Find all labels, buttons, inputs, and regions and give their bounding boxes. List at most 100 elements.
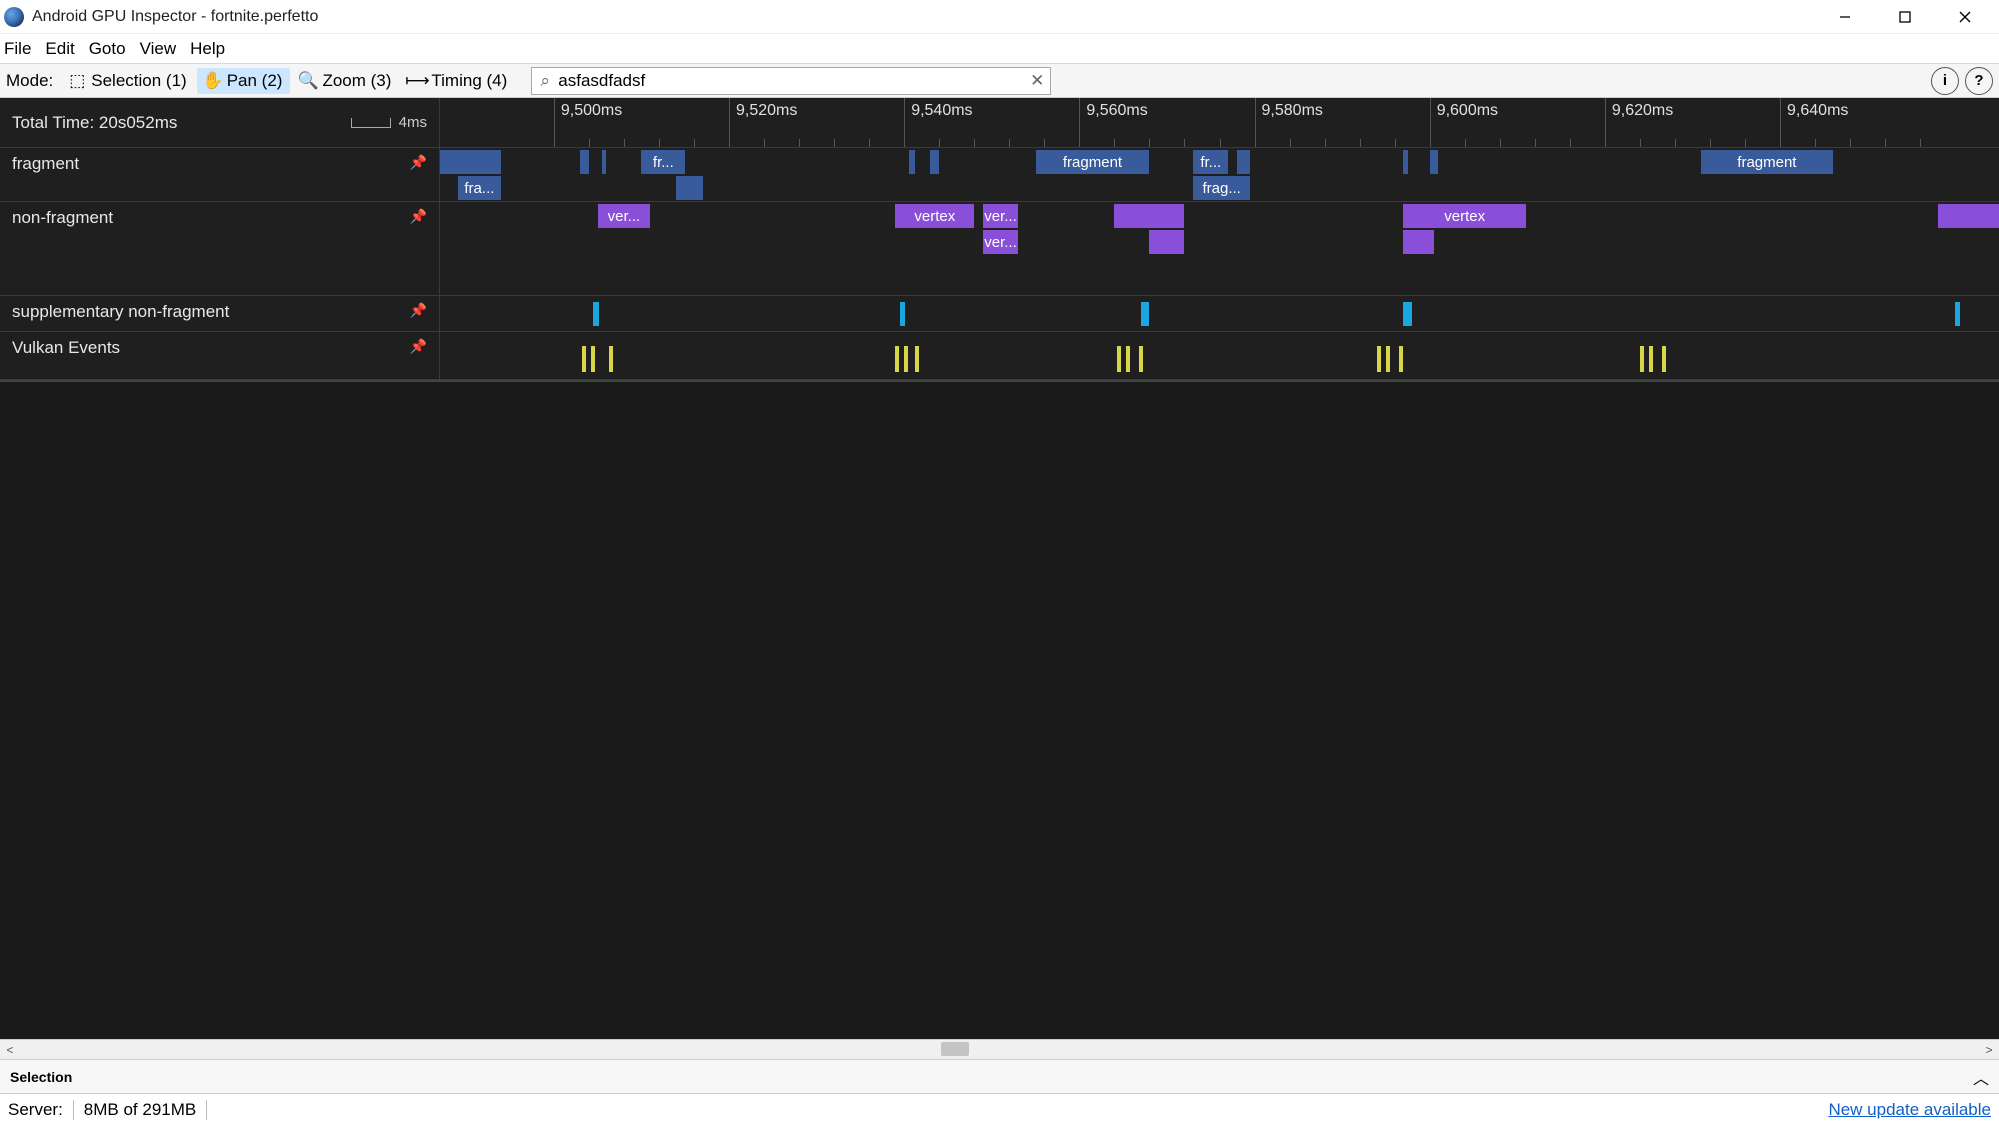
mode-selection-button[interactable]: ⬚Selection (1)	[61, 68, 194, 94]
event-block[interactable]	[440, 150, 501, 174]
scale-label: 4ms	[399, 114, 427, 131]
menu-goto[interactable]: Goto	[89, 39, 126, 59]
event-block[interactable]	[895, 346, 899, 372]
pin-icon[interactable]: 📌	[410, 208, 427, 225]
track-supplementary-non-fragment[interactable]: supplementary non-fragment 📌	[0, 296, 1999, 332]
track-non-fragment[interactable]: non-fragment📌ver...vertexver...ver...ver…	[0, 202, 1999, 296]
hand-icon: ✋	[205, 73, 221, 89]
close-button[interactable]	[1935, 0, 1995, 34]
event-block[interactable]	[1141, 302, 1150, 326]
event-block[interactable]	[1386, 346, 1390, 372]
event-block[interactable]	[1430, 150, 1439, 174]
event-block[interactable]: frag...	[1193, 176, 1250, 200]
event-block[interactable]	[1662, 346, 1666, 372]
time-ruler[interactable]: Total Time: 20s052ms 4ms 9,500ms9,520ms9…	[0, 98, 1999, 148]
event-block[interactable]: ver...	[598, 204, 651, 228]
chevron-up-icon[interactable]: ︿	[1973, 1065, 1989, 1089]
pin-icon[interactable]: 📌	[410, 338, 427, 355]
event-block[interactable]	[593, 302, 598, 326]
event-block[interactable]	[676, 176, 702, 200]
clear-search-button[interactable]: ✕	[1024, 71, 1050, 91]
event-block[interactable]	[1403, 230, 1434, 254]
event-block[interactable]: ver...	[983, 230, 1018, 254]
event-block[interactable]	[1126, 346, 1130, 372]
event-block[interactable]	[582, 346, 586, 372]
event-block[interactable]	[1117, 346, 1121, 372]
maximize-button[interactable]	[1875, 0, 1935, 34]
event-block[interactable]	[1403, 302, 1412, 326]
scroll-left-arrow[interactable]: <	[0, 1043, 20, 1057]
menu-edit[interactable]: Edit	[45, 39, 74, 59]
track-label: non-fragment	[12, 208, 113, 228]
mode-pan-button[interactable]: ✋ Pan (2)	[197, 68, 291, 94]
selection-icon: ⬚	[69, 73, 85, 89]
menubar: File Edit Goto View Help	[0, 34, 1999, 64]
event-block[interactable]	[1114, 204, 1184, 228]
event-block[interactable]: fr...	[641, 150, 685, 174]
minimize-button[interactable]	[1815, 0, 1875, 34]
event-block[interactable]	[1377, 346, 1381, 372]
event-block[interactable]	[930, 150, 939, 174]
event-block[interactable]: fragment	[1036, 150, 1150, 174]
event-block[interactable]	[909, 150, 915, 174]
event-block[interactable]	[591, 346, 595, 372]
minimize-icon	[1838, 10, 1852, 24]
menu-help[interactable]: Help	[190, 39, 225, 59]
scroll-right-arrow[interactable]: >	[1979, 1043, 1999, 1057]
event-block[interactable]	[1955, 302, 1960, 326]
horizontal-scrollbar[interactable]: < >	[0, 1039, 1999, 1059]
event-block[interactable]: vertex	[895, 204, 974, 228]
menu-view[interactable]: View	[140, 39, 177, 59]
timing-icon: ⟼	[409, 73, 425, 89]
event-block[interactable]	[1938, 204, 1999, 228]
pin-icon[interactable]: 📌	[410, 302, 427, 319]
mode-label-text: Zoom (3)	[322, 71, 391, 91]
event-block[interactable]	[1403, 150, 1407, 174]
maximize-icon	[1898, 10, 1912, 24]
app-icon	[4, 7, 24, 27]
event-block[interactable]	[609, 346, 613, 372]
mode-timing-button[interactable]: ⟼ Timing (4)	[401, 68, 515, 94]
selection-panel-title: Selection	[10, 1069, 72, 1085]
selection-panel-header[interactable]: Selection ︿	[0, 1059, 1999, 1093]
event-block[interactable]: fra...	[458, 176, 502, 200]
timeline-empty-area[interactable]	[0, 380, 1999, 1039]
total-time-label: Total Time: 20s052ms	[12, 113, 177, 133]
close-icon	[1958, 10, 1972, 24]
mode-label-text: Pan (2)	[227, 71, 283, 91]
event-block[interactable]	[1139, 346, 1143, 372]
timeline[interactable]: Total Time: 20s052ms 4ms 9,500ms9,520ms9…	[0, 98, 1999, 1039]
search-input-wrap[interactable]: ⌕ ✕	[531, 67, 1051, 95]
event-block[interactable]	[1237, 150, 1250, 174]
event-block[interactable]	[1399, 346, 1403, 372]
track-fragment[interactable]: fragment📌fra...fr...fragmentfr...frag...…	[0, 148, 1999, 202]
event-block[interactable]: vertex	[1403, 204, 1526, 228]
track-label: supplementary non-fragment	[12, 302, 229, 322]
track-vulkan-events[interactable]: Vulkan Events📌	[0, 332, 1999, 380]
memory-usage: 8MB of 291MB	[84, 1100, 196, 1120]
magnifier-icon: 🔍	[300, 73, 316, 89]
event-block[interactable]	[904, 346, 908, 372]
search-input[interactable]	[558, 69, 1024, 93]
event-block[interactable]	[900, 302, 905, 326]
event-block[interactable]	[1149, 230, 1184, 254]
track-label: fragment	[12, 154, 79, 174]
statusbar: Server: 8MB of 291MB New update availabl…	[0, 1093, 1999, 1125]
event-block[interactable]	[915, 346, 919, 372]
event-block[interactable]: fr...	[1193, 150, 1228, 174]
menu-file[interactable]: File	[4, 39, 31, 59]
help-button[interactable]: ?	[1965, 67, 1993, 95]
event-block[interactable]	[1649, 346, 1653, 372]
event-block[interactable]	[1640, 346, 1644, 372]
mode-zoom-button[interactable]: 🔍 Zoom (3)	[292, 68, 399, 94]
scrollbar-thumb[interactable]	[941, 1042, 969, 1056]
update-link[interactable]: New update available	[1828, 1100, 1991, 1119]
event-block[interactable]	[580, 150, 589, 174]
pin-icon[interactable]: 📌	[410, 154, 427, 171]
event-block[interactable]	[602, 150, 606, 174]
info-button[interactable]: i	[1931, 67, 1959, 95]
titlebar: Android GPU Inspector - fortnite.perfett…	[0, 0, 1999, 34]
event-block[interactable]: ver...	[983, 204, 1018, 228]
event-block[interactable]: fragment	[1701, 150, 1832, 174]
mode-label-text: Timing (4)	[431, 71, 507, 91]
